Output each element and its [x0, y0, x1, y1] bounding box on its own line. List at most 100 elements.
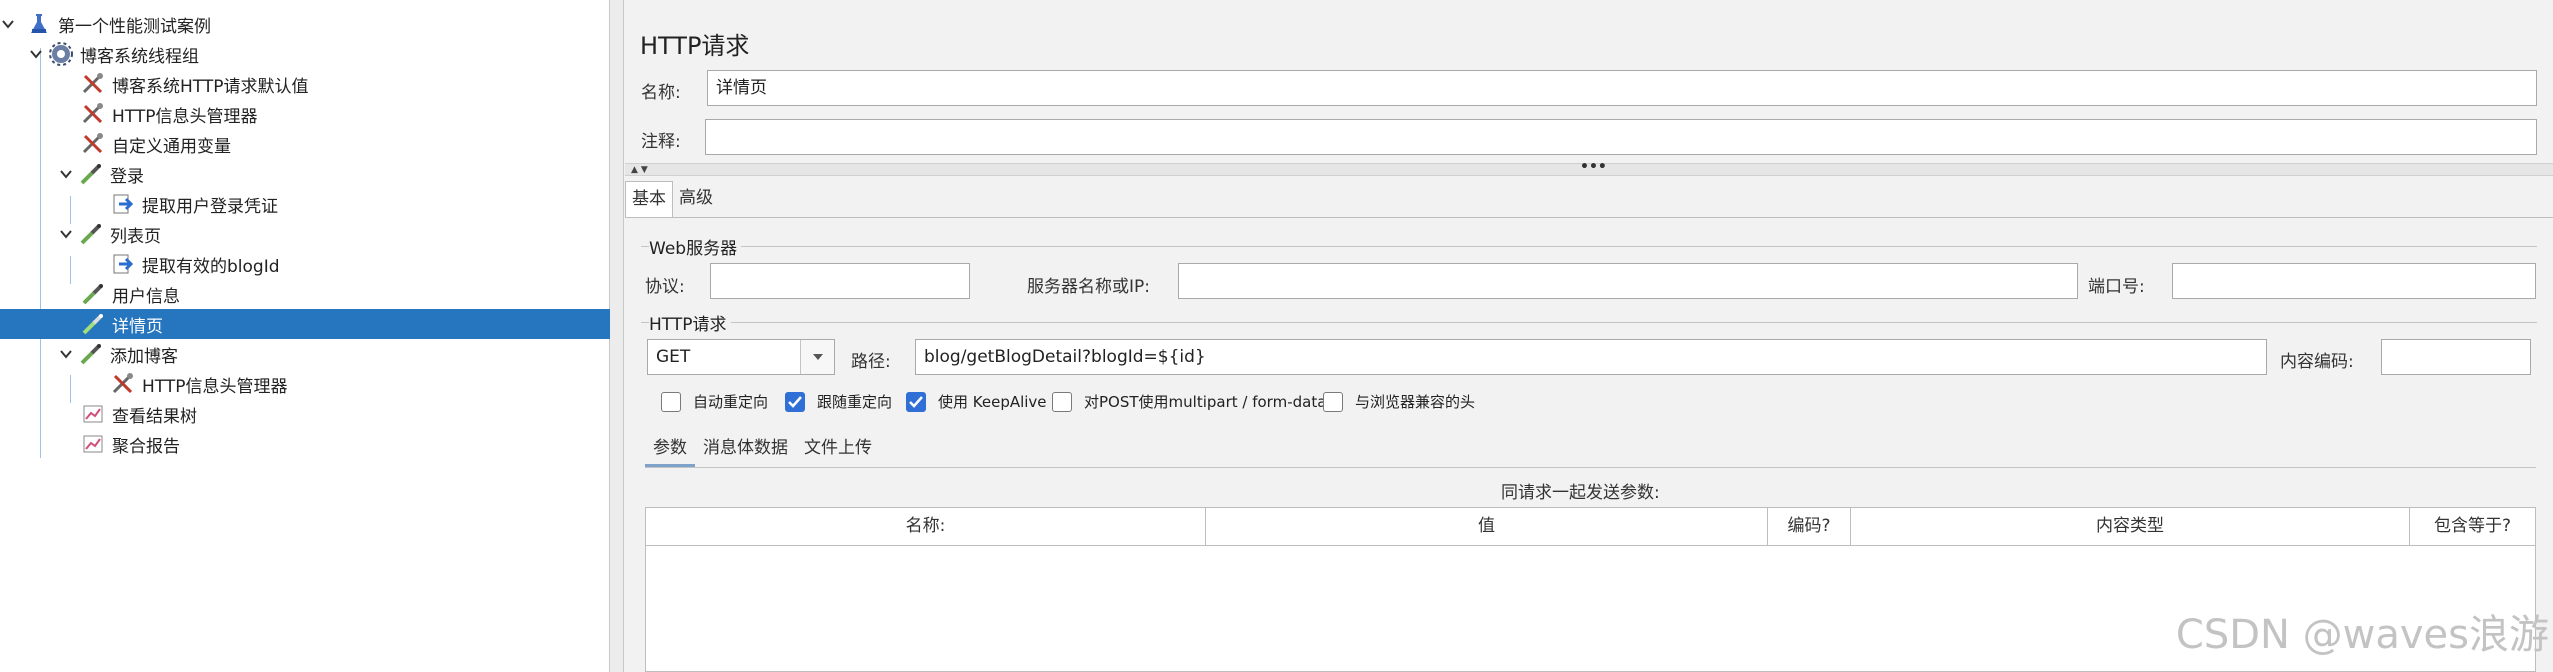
- checkbox-browser-compatible[interactable]: 与浏览器兼容的头: [1323, 391, 1475, 412]
- server-field[interactable]: [1178, 263, 2078, 299]
- tree-item-label: 查看结果树: [112, 406, 197, 427]
- tree-item-http-defaults[interactable]: 博客系统HTTP请求默认值: [0, 69, 610, 99]
- tree-item-extract-credentials[interactable]: 提取用户登录凭证: [0, 189, 610, 219]
- group-divider: [641, 322, 2537, 323]
- protocol-label: 协议:: [645, 277, 685, 297]
- tree-item-list-page[interactable]: 列表页: [0, 219, 610, 249]
- checkbox-keepalive[interactable]: 使用 KeepAlive: [906, 391, 1047, 412]
- column-header-value[interactable]: 值: [1206, 508, 1768, 545]
- group-divider: [641, 246, 2537, 247]
- chevron-down-icon[interactable]: [58, 226, 74, 242]
- http-request-panel: HTTP请求 名称: 详情页 注释: ▲▼ ••• 基本 高级 Web服务器 协…: [625, 0, 2553, 672]
- tab-parameters[interactable]: 参数: [645, 431, 695, 467]
- chevron-down-icon[interactable]: [800, 340, 834, 374]
- sampler-pipette-icon: [80, 311, 106, 337]
- name-field[interactable]: 详情页: [707, 70, 2537, 106]
- tree-item-label: 提取用户登录凭证: [142, 196, 278, 217]
- sampler-pipette-icon: [80, 281, 106, 307]
- tab-basic[interactable]: 基本: [625, 181, 673, 217]
- method-select[interactable]: GET: [647, 339, 835, 375]
- checkbox-label: 跟随重定向: [817, 393, 893, 411]
- chevron-down-icon[interactable]: [58, 346, 74, 362]
- tab-body-data[interactable]: 消息体数据: [695, 431, 796, 467]
- subtab-underline: [645, 467, 2536, 468]
- tree-item-aggregate-report[interactable]: 聚合报告: [0, 429, 610, 459]
- tree-item-label: HTTP信息头管理器: [112, 106, 258, 127]
- config-element-icon: [110, 371, 136, 397]
- tree-item-label: 聚合报告: [112, 436, 180, 457]
- extractor-icon: [110, 251, 136, 277]
- tree-item-label: 用户信息: [112, 286, 180, 307]
- tree-item-label: 详情页: [112, 316, 163, 337]
- port-field[interactable]: [2172, 263, 2536, 299]
- tree-item-label: 添加博客: [110, 346, 178, 367]
- tree-item-label: HTTP信息头管理器: [142, 376, 288, 397]
- tree-item-user-info[interactable]: 用户信息: [0, 279, 610, 309]
- tree-item-label: 提取有效的blogId: [142, 256, 280, 277]
- tab-advanced[interactable]: 高级: [673, 181, 719, 217]
- main-tabs: 基本 高级: [625, 181, 719, 217]
- name-label: 名称:: [641, 83, 681, 103]
- tree-item-label: 登录: [110, 166, 144, 187]
- http-request-group-title: HTTP请求: [649, 310, 731, 335]
- listener-chart-icon: [80, 401, 106, 427]
- checkbox-box[interactable]: [1323, 391, 1343, 412]
- checkbox-auto-redirect[interactable]: 自动重定向: [661, 391, 768, 412]
- column-header-include-equals[interactable]: 包含等于?: [2410, 508, 2535, 545]
- checkbox-multipart[interactable]: 对POST使用multipart / form-data: [1052, 391, 1326, 412]
- tree-item-view-results-tree[interactable]: 查看结果树: [0, 399, 610, 429]
- path-label: 路径:: [851, 352, 891, 372]
- chevron-down-icon[interactable]: [58, 166, 74, 182]
- checkbox-label: 自动重定向: [693, 393, 769, 411]
- column-header-content-type[interactable]: 内容类型: [1851, 508, 2410, 545]
- watermark: CSDN @waves浪游: [2175, 612, 2549, 658]
- checkmark-icon[interactable]: [785, 391, 805, 412]
- tree-item-thread-group[interactable]: 博客系统线程组: [0, 39, 610, 69]
- tree-item-label: 列表页: [110, 226, 161, 247]
- tree-item-header-manager-2[interactable]: HTTP信息头管理器: [0, 369, 610, 399]
- tree-item-extract-blogid[interactable]: 提取有效的blogId: [0, 249, 610, 279]
- chevron-down-icon[interactable]: [28, 46, 44, 62]
- encoding-label: 内容编码:: [2280, 352, 2354, 372]
- checkbox-label: 与浏览器兼容的头: [1355, 393, 1476, 411]
- column-header-encode[interactable]: 编码?: [1768, 508, 1851, 545]
- protocol-field[interactable]: [710, 263, 970, 299]
- listener-chart-icon: [80, 431, 106, 457]
- config-element-icon: [80, 101, 106, 127]
- test-plan-tree[interactable]: 第一个性能测试案例 博客系统线程组 博客系统HTTP请求默认值 HTTP信息头管…: [0, 0, 610, 672]
- config-element-icon: [80, 71, 106, 97]
- page-title: HTTP请求: [640, 32, 750, 60]
- collapse-divider[interactable]: ▲▼ •••: [625, 159, 2553, 176]
- tree-item-label: 第一个性能测试案例: [58, 16, 211, 37]
- chevron-down-icon[interactable]: [0, 16, 16, 32]
- table-header-row: 名称: 值 编码? 内容类型 包含等于?: [646, 508, 2535, 546]
- tree-item-login[interactable]: 登录: [0, 159, 610, 189]
- tree-item-user-variables[interactable]: 自定义通用变量: [0, 129, 610, 159]
- drag-handle-icon[interactable]: •••: [1580, 159, 1607, 175]
- gear-icon: [48, 41, 74, 67]
- split-pane-divider[interactable]: [610, 0, 624, 672]
- column-header-name[interactable]: 名称:: [646, 508, 1206, 545]
- port-label: 端口号:: [2088, 277, 2145, 297]
- config-element-icon: [80, 131, 106, 157]
- checkbox-box[interactable]: [661, 391, 681, 412]
- flask-icon: [26, 11, 52, 37]
- collapse-arrows-icon[interactable]: ▲▼: [631, 165, 651, 175]
- tab-file-upload[interactable]: 文件上传: [796, 431, 880, 467]
- tree-item-header-manager[interactable]: HTTP信息头管理器: [0, 99, 610, 129]
- tree-item-test-plan[interactable]: 第一个性能测试案例: [0, 9, 610, 39]
- path-field[interactable]: blog/getBlogDetail?blogId=${id}: [915, 339, 2267, 375]
- checkbox-label: 对POST使用multipart / form-data: [1084, 393, 1327, 411]
- tree-item-label: 自定义通用变量: [112, 136, 231, 157]
- comment-field[interactable]: [705, 119, 2537, 155]
- sampler-pipette-icon: [78, 161, 104, 187]
- encoding-field[interactable]: [2381, 339, 2531, 375]
- checkbox-label: 使用 KeepAlive: [938, 393, 1047, 411]
- checkbox-box[interactable]: [1052, 391, 1072, 412]
- checkmark-icon[interactable]: [906, 391, 926, 412]
- tree-item-detail-page[interactable]: 详情页: [0, 309, 610, 339]
- params-caption: 同请求一起发送参数:: [1501, 483, 1660, 503]
- tree-item-add-blog[interactable]: 添加博客: [0, 339, 610, 369]
- checkbox-follow-redirects[interactable]: 跟随重定向: [785, 391, 892, 412]
- sampler-pipette-icon: [78, 341, 104, 367]
